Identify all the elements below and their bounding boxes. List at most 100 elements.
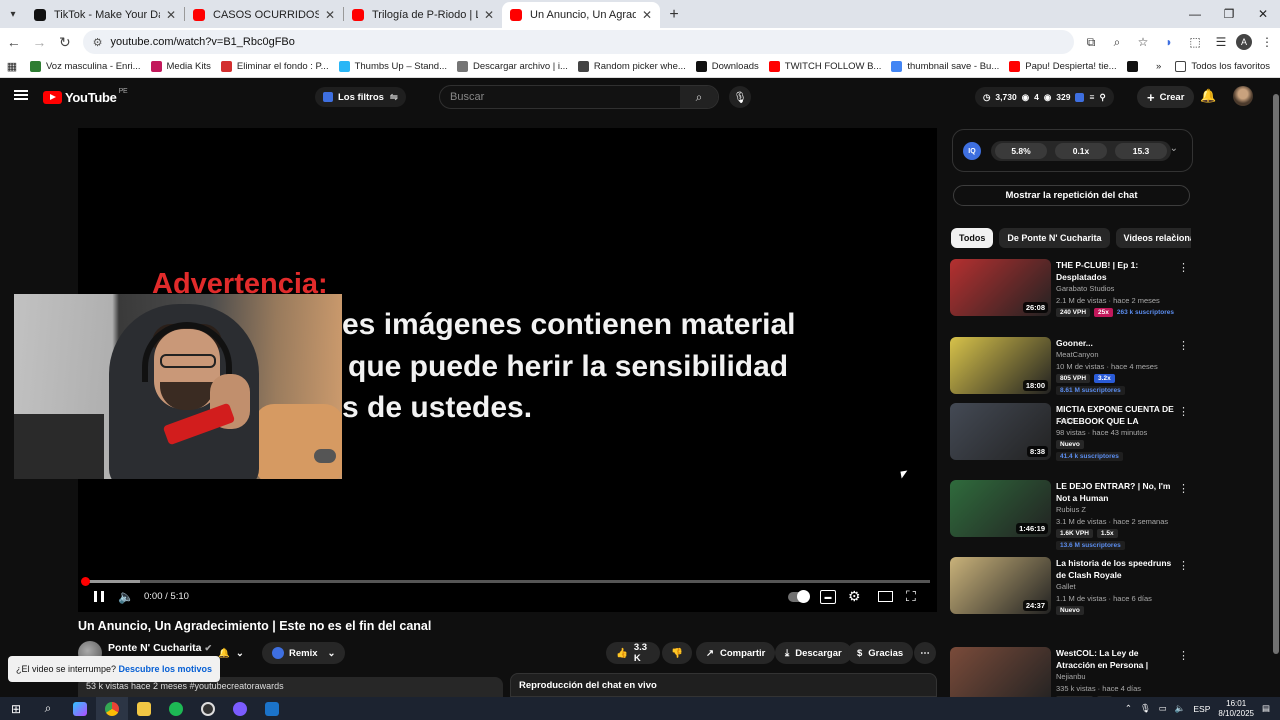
video-thumbnail[interactable]: 26:08 bbox=[950, 259, 1051, 316]
new-tab-button[interactable]: + bbox=[660, 2, 688, 28]
bookmark-item[interactable]: Downloads bbox=[695, 61, 759, 72]
recommended-video[interactable]: 24:37 La historia de los speedruns de Cl… bbox=[950, 557, 1195, 629]
bookmark-item[interactable]: Papu! Despierta! tie... bbox=[1009, 61, 1117, 72]
theater-mode-icon[interactable] bbox=[878, 591, 893, 602]
bookmark-item[interactable]: Random picker whe... bbox=[577, 61, 686, 72]
channel-name[interactable]: MeatCanyon bbox=[1056, 350, 1099, 359]
like-button[interactable]: 👍 3.3 K bbox=[606, 642, 660, 664]
share-button[interactable]: ↗ Compartir bbox=[696, 642, 776, 664]
remix-button[interactable]: Remix ⌄ bbox=[262, 642, 346, 664]
bookmark-item[interactable]: Voz masculina - Enri... bbox=[30, 61, 141, 72]
spotify-icon[interactable] bbox=[160, 697, 192, 720]
clock[interactable]: 16:01 8/10/2025 bbox=[1218, 699, 1254, 719]
fullscreen-icon[interactable]: ⛶ bbox=[906, 588, 916, 605]
channel-name[interactable]: Nejianbu bbox=[1056, 672, 1086, 681]
recommended-video[interactable]: 1:46:19 LE DEJO ENTRAR? | No, I'm Not a … bbox=[950, 480, 1195, 552]
more-options-icon[interactable]: ⋮ bbox=[1178, 339, 1189, 352]
tab-search-button[interactable]: ▾ bbox=[0, 0, 26, 28]
forward-icon[interactable]: → bbox=[28, 30, 52, 54]
video-thumbnail[interactable]: 18:00 bbox=[950, 337, 1051, 394]
channel-name[interactable]: Garabato Studios bbox=[1056, 284, 1114, 293]
youtube-logo[interactable]: YouTube PE bbox=[43, 88, 128, 105]
filters-button[interactable]: Los filtros ⇋ bbox=[315, 87, 406, 107]
lang-indicator[interactable]: ESP bbox=[1193, 704, 1210, 714]
download-button[interactable]: ⤓ Descargar bbox=[775, 642, 852, 664]
notification-bell-button[interactable]: 🔔 ⌄ bbox=[218, 642, 244, 664]
pause-icon[interactable] bbox=[94, 591, 104, 602]
mic-icon[interactable]: 🎙 bbox=[1140, 703, 1151, 714]
chevron-up-icon[interactable]: ⌃ bbox=[1125, 703, 1132, 714]
chevron-right-icon[interactable]: › bbox=[1172, 230, 1176, 242]
bookmark-item[interactable]: Media Kits bbox=[150, 61, 211, 72]
more-options-icon[interactable]: ⋮ bbox=[1178, 482, 1189, 495]
search-icon[interactable]: ⌕ bbox=[680, 86, 718, 108]
close-icon[interactable]: ✕ bbox=[484, 8, 494, 22]
bookmark-item[interactable]: Descargar archivo | i... bbox=[457, 61, 568, 72]
install-icon[interactable]: ⧉ bbox=[1080, 31, 1102, 53]
video-title[interactable]: La historia de los speedruns de Clash Ro… bbox=[1056, 557, 1178, 581]
close-icon[interactable]: ✕ bbox=[325, 8, 335, 22]
windows-start-icon[interactable]: ⊞ bbox=[0, 697, 32, 720]
search-icon[interactable]: ⌕ bbox=[32, 697, 64, 720]
bookmark-item[interactable]: Eliminar el fondo : P... bbox=[220, 61, 329, 72]
more-options-icon[interactable]: ⋮ bbox=[1178, 405, 1189, 418]
copilot-icon[interactable] bbox=[64, 697, 96, 720]
avatar[interactable] bbox=[1233, 86, 1253, 106]
mic-icon[interactable]: 🎙 bbox=[729, 86, 751, 108]
chrome-icon[interactable] bbox=[96, 697, 128, 720]
search-input[interactable]: Buscar bbox=[440, 91, 680, 103]
zoom-icon[interactable]: ⌕ bbox=[1106, 31, 1128, 53]
network-icon[interactable]: ▭ bbox=[1159, 703, 1167, 714]
chip-channel[interactable]: De Ponte N' Cucharita bbox=[999, 228, 1110, 248]
obs-icon[interactable] bbox=[192, 697, 224, 720]
profile-avatar[interactable]: A bbox=[1235, 34, 1252, 50]
file-explorer-icon[interactable] bbox=[128, 697, 160, 720]
channel-name[interactable]: Rubius Z bbox=[1056, 505, 1086, 514]
subtitles-icon[interactable]: ▬ bbox=[820, 590, 836, 604]
show-chat-replay-button[interactable]: Mostrar la repetición del chat bbox=[953, 185, 1190, 206]
video-thumbnail[interactable]: 1:46:19 bbox=[950, 480, 1051, 537]
video-thumbnail[interactable]: 24:37 bbox=[950, 557, 1051, 614]
extension-icon[interactable]: ◗ bbox=[1158, 31, 1180, 53]
tab-2[interactable]: Trilogía de P-Riodo | La saga completa ✕ bbox=[344, 2, 502, 28]
bookmark-item[interactable]: 27.3K bbox=[1126, 61, 1142, 72]
video-title[interactable]: THE P-CLUB! | Ep 1: Desplatados bbox=[1056, 259, 1178, 283]
bell-icon[interactable]: 🔔 bbox=[1200, 88, 1216, 104]
hamburger-menu-icon[interactable] bbox=[14, 90, 28, 100]
dislike-button[interactable]: 👎 bbox=[662, 642, 692, 664]
puzzle-icon[interactable]: ⬚ bbox=[1184, 31, 1206, 53]
bookmark-item[interactable]: Thumbs Up – Stand... bbox=[338, 61, 447, 72]
chevron-down-icon[interactable]: ⌄ bbox=[1170, 143, 1178, 154]
recommended-video[interactable]: 26:08 THE P-CLUB! | Ep 1: Desplatados Ga… bbox=[950, 259, 1195, 331]
media-icon[interactable]: ☰ bbox=[1210, 31, 1232, 53]
all-bookmarks[interactable]: Todos los favoritos bbox=[1175, 61, 1270, 72]
recommended-video[interactable]: 18:00 Gooner... MeatCanyon 10 M de vista… bbox=[950, 337, 1195, 409]
back-icon[interactable]: ← bbox=[2, 30, 26, 54]
scrubber-handle[interactable] bbox=[81, 577, 90, 586]
close-icon[interactable]: ✕ bbox=[166, 8, 176, 22]
bookmark-item[interactable]: thumbnail save - Bu... bbox=[891, 61, 999, 72]
chip-related[interactable]: Videos relacionados bbox=[1115, 228, 1191, 248]
more-actions-button[interactable]: ⋯ bbox=[914, 642, 936, 664]
scrollbar[interactable] bbox=[1272, 80, 1280, 696]
menu-icon[interactable]: ⋮ bbox=[1256, 31, 1278, 53]
toast-link[interactable]: Descubre los motivos bbox=[118, 664, 212, 674]
more-options-icon[interactable]: ⋮ bbox=[1178, 261, 1189, 274]
video-thumbnail[interactable]: 8:38 bbox=[950, 403, 1051, 460]
tab-3[interactable]: Un Anuncio, Un Agradecimiento ✕ bbox=[502, 2, 660, 28]
video-title[interactable]: WestCOL: La Ley de Atracción en Persona … bbox=[1056, 647, 1178, 671]
more-options-icon[interactable]: ⋮ bbox=[1178, 649, 1189, 662]
video-thumbnail[interactable] bbox=[950, 647, 1051, 704]
app-icon[interactable] bbox=[224, 697, 256, 720]
more-options-icon[interactable]: ⋮ bbox=[1178, 559, 1189, 572]
site-info-icon[interactable]: ⚙ bbox=[93, 36, 103, 49]
recommended-video[interactable]: 8:38 MICTIA EXPONE CUENTA DE FACEBOOK QU… bbox=[950, 403, 1195, 475]
steam-icon[interactable] bbox=[256, 697, 288, 720]
close-window-icon[interactable]: ✕ bbox=[1246, 0, 1280, 28]
channel-name[interactable]: Gallet bbox=[1056, 582, 1076, 591]
apps-icon[interactable]: ▦ bbox=[0, 60, 24, 73]
tab-0[interactable]: TikTok - Make Your Day ✕ bbox=[26, 2, 184, 28]
address-bar[interactable]: ⚙ youtube.com/watch?v=B1_Rbc0gFBo bbox=[82, 30, 1074, 54]
settings-icon[interactable]: ⚙ bbox=[848, 588, 861, 605]
thanks-button[interactable]: $ Gracias bbox=[847, 642, 914, 664]
